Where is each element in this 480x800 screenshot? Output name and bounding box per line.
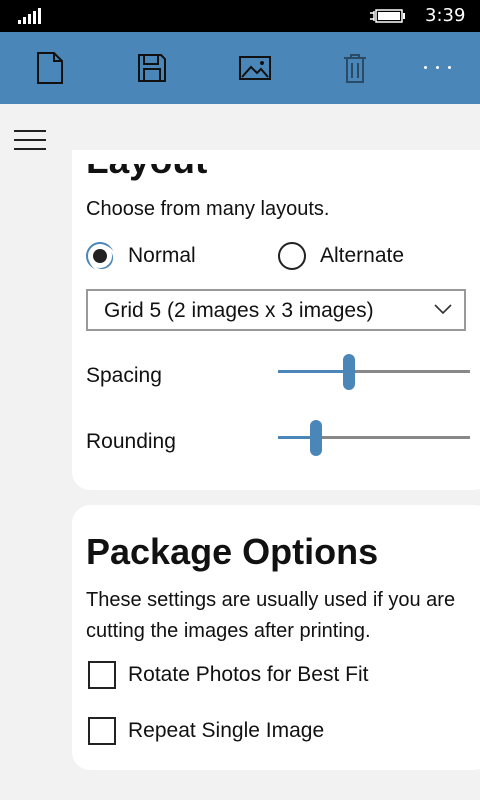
radio-alternate-label[interactable]: Alternate	[320, 244, 404, 268]
rounding-slider-thumb[interactable]	[310, 420, 322, 456]
chevron-down-icon	[434, 304, 452, 315]
rounding-label: Rounding	[86, 430, 176, 453]
layout-title: Layout	[86, 164, 207, 182]
app-bar	[0, 32, 480, 104]
more-options-icon[interactable]	[420, 66, 460, 76]
layout-description: Choose from many layouts.	[86, 198, 330, 220]
layout-section: Layout Choose from many layouts. Normal …	[72, 164, 480, 490]
layout-dropdown[interactable]: Grid 5 (2 images x 3 images)	[86, 289, 466, 331]
save-button[interactable]	[120, 32, 184, 104]
new-document-button[interactable]	[18, 32, 82, 104]
image-icon	[239, 56, 271, 80]
spacing-slider-fill	[278, 370, 349, 373]
delete-icon	[344, 54, 366, 83]
battery-charging-icon	[370, 9, 405, 23]
delete-button[interactable]	[323, 32, 387, 104]
status-bar: 3:39	[0, 0, 480, 32]
rotate-photos-label[interactable]: Rotate Photos for Best Fit	[128, 663, 368, 687]
radio-normal-label[interactable]: Normal	[128, 244, 196, 268]
new-document-icon	[37, 52, 63, 84]
package-options-title: Package Options	[86, 531, 379, 572]
package-options-description: These settings are usually used if you a…	[86, 589, 456, 642]
clock: 3:39	[425, 5, 466, 26]
insert-image-button[interactable]	[223, 32, 287, 104]
rotate-photos-checkbox[interactable]	[88, 661, 116, 689]
layout-dropdown-value: Grid 5 (2 images x 3 images)	[104, 299, 374, 322]
radio-normal[interactable]	[86, 242, 115, 271]
radio-alternate[interactable]	[278, 242, 306, 270]
repeat-image-label[interactable]: Repeat Single Image	[128, 719, 324, 743]
rounding-slider[interactable]	[278, 420, 470, 456]
spacing-label: Spacing	[86, 364, 162, 387]
spacing-slider-thumb[interactable]	[343, 354, 355, 390]
repeat-image-checkbox[interactable]	[88, 717, 116, 745]
hamburger-menu-icon[interactable]	[14, 130, 46, 152]
save-icon	[138, 54, 166, 82]
spacing-slider[interactable]	[278, 354, 470, 390]
package-options-card: Package Options These settings are usual…	[72, 505, 480, 770]
signal-strength-icon	[18, 8, 42, 24]
